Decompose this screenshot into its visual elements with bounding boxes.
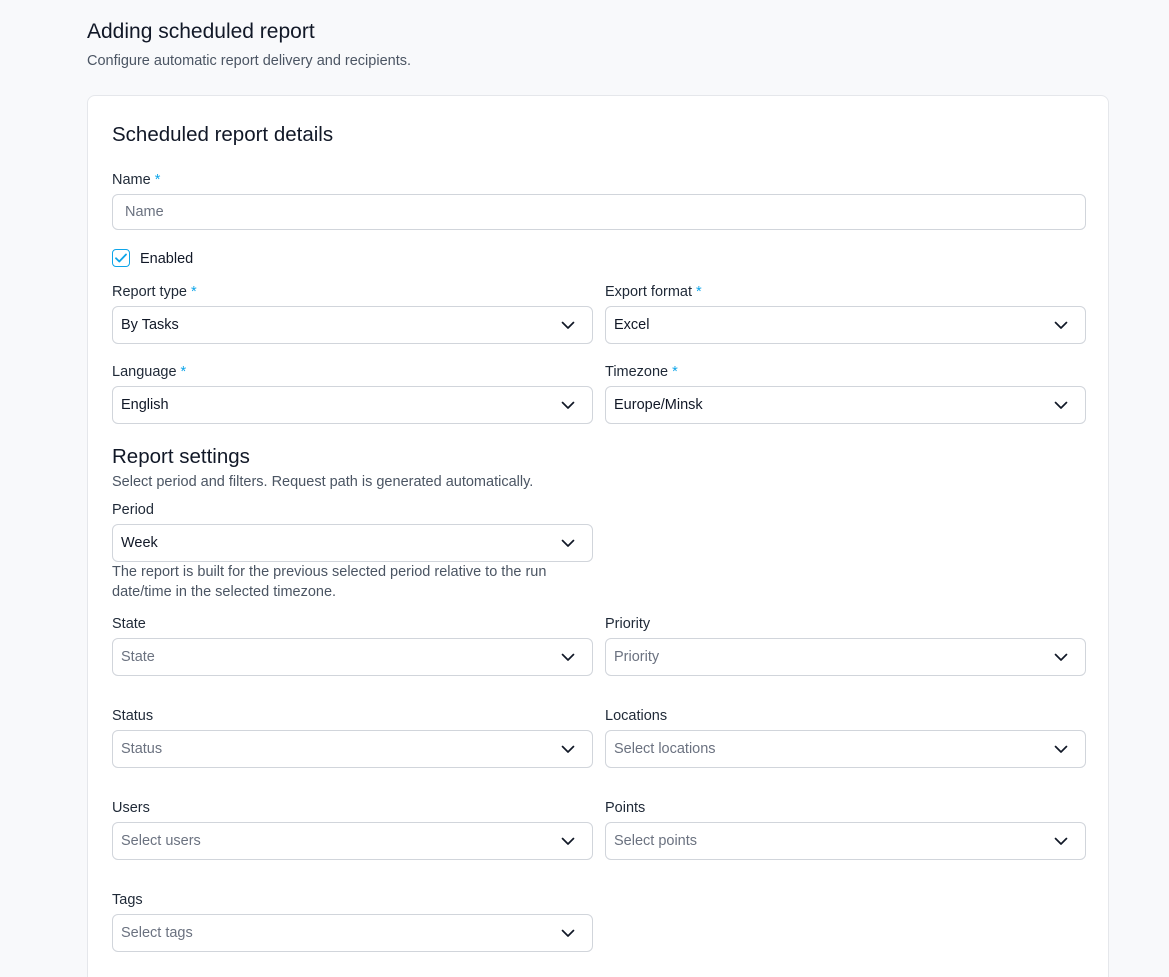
chevron-down-icon <box>1053 741 1069 757</box>
priority-select[interactable]: Priority <box>605 638 1086 676</box>
enabled-checkbox[interactable] <box>112 249 130 267</box>
chevron-down-icon <box>560 925 576 941</box>
state-placeholder: State <box>121 649 155 665</box>
name-label: Name * <box>112 171 160 189</box>
required-mark: * <box>180 364 187 380</box>
points-select[interactable]: Select points <box>605 822 1086 860</box>
settings-section-title: Report settings <box>112 445 250 468</box>
required-mark: * <box>672 364 678 380</box>
settings-description: Select period and filters. Request path … <box>112 474 534 490</box>
chevron-down-icon <box>560 535 576 551</box>
export-format-select[interactable]: Excel <box>605 306 1086 344</box>
details-section-title: Scheduled report details <box>112 123 334 146</box>
language-select[interactable]: English <box>112 386 593 424</box>
report-type-label: Report type * <box>112 283 197 301</box>
name-label-text: Name <box>112 172 151 188</box>
chevron-down-icon <box>1053 397 1069 413</box>
users-select[interactable]: Select users <box>112 822 593 860</box>
export-format-label-text: Export format <box>605 284 693 300</box>
chevron-down-icon <box>560 317 576 333</box>
page-subtitle: Configure automatic report delivery and … <box>87 53 411 69</box>
state-select[interactable]: State <box>112 638 593 676</box>
state-label: State <box>112 616 146 632</box>
export-format-label: Export format * <box>605 283 702 301</box>
timezone-label-text: Timezone <box>605 364 669 380</box>
check-icon <box>115 253 127 263</box>
report-type-value: By Tasks <box>121 317 179 333</box>
period-hint-line2: date/time in the selected timezone. <box>112 584 337 600</box>
language-label: Language * <box>112 363 186 381</box>
name-input[interactable] <box>112 194 1086 230</box>
required-mark: * <box>154 172 161 188</box>
timezone-value: Europe/Minsk <box>614 397 703 413</box>
chevron-down-icon <box>1053 649 1069 665</box>
tags-select[interactable]: Select tags <box>112 914 593 952</box>
required-mark: * <box>190 284 197 300</box>
export-format-value: Excel <box>614 317 650 333</box>
period-hint-line1: The report is built for the previous sel… <box>112 564 547 580</box>
chevron-down-icon <box>560 397 576 413</box>
period-select[interactable]: Week <box>112 524 593 562</box>
users-placeholder: Select users <box>121 833 201 849</box>
chevron-down-icon <box>560 833 576 849</box>
locations-placeholder: Select locations <box>614 741 716 757</box>
report-type-label-text: Report type <box>112 284 187 300</box>
chevron-down-icon <box>1053 317 1069 333</box>
tags-placeholder: Select tags <box>121 925 193 941</box>
timezone-label: Timezone * <box>605 363 678 381</box>
page-title: Adding scheduled report <box>87 20 315 43</box>
status-label: Status <box>112 708 154 724</box>
users-label: Users <box>112 800 150 816</box>
status-placeholder: Status <box>121 741 163 757</box>
locations-select[interactable]: Select locations <box>605 730 1086 768</box>
chevron-down-icon <box>1053 833 1069 849</box>
page: Adding scheduled report Configure automa… <box>0 0 1169 977</box>
period-value: Week <box>121 535 158 551</box>
timezone-select[interactable]: Europe/Minsk <box>605 386 1086 424</box>
chevron-down-icon <box>560 649 576 665</box>
points-label: Points <box>605 800 646 816</box>
tags-label: Tags <box>112 892 143 908</box>
language-label-text: Language <box>112 364 177 380</box>
required-mark: * <box>696 284 702 300</box>
priority-placeholder: Priority <box>614 649 660 665</box>
status-select[interactable]: Status <box>112 730 593 768</box>
language-value: English <box>121 397 169 413</box>
chevron-down-icon <box>560 741 576 757</box>
locations-label: Locations <box>605 708 668 724</box>
period-label: Period <box>112 502 154 518</box>
report-type-select[interactable]: By Tasks <box>112 306 593 344</box>
points-placeholder: Select points <box>614 833 698 849</box>
enabled-label: Enabled <box>140 251 194 267</box>
priority-label: Priority <box>605 616 651 632</box>
